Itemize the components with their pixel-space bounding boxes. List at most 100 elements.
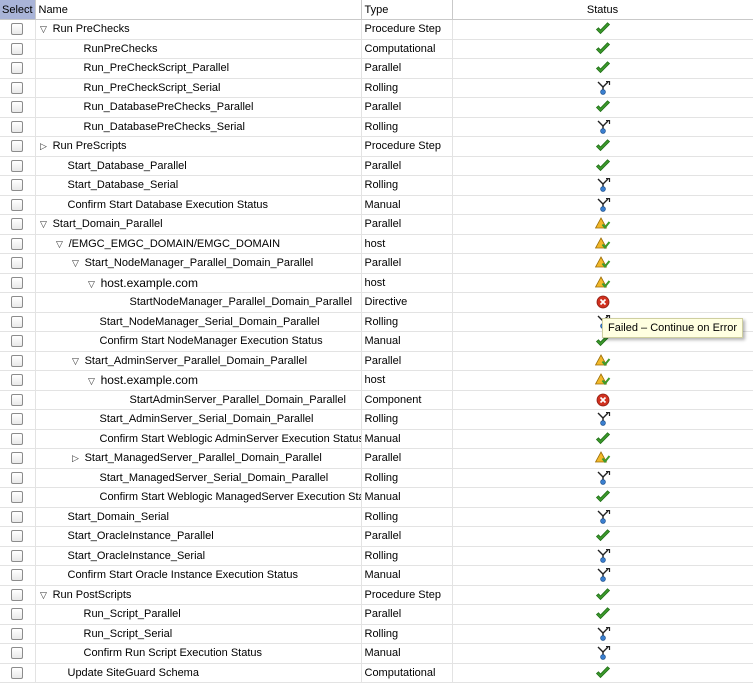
- collapse-toggle-icon[interactable]: ▽: [70, 258, 82, 269]
- table-row[interactable]: ▽ Start_Domain_Parallel Parallel: [0, 214, 753, 235]
- collapse-toggle-icon[interactable]: ▽: [54, 239, 66, 250]
- status-failed-icon[interactable]: [595, 393, 611, 407]
- table-row[interactable]: Start_Database_Serial Rolling: [0, 175, 753, 196]
- row-select-checkbox[interactable]: [11, 140, 24, 153]
- row-select-checkbox[interactable]: [11, 159, 24, 172]
- row-select-checkbox[interactable]: [11, 335, 24, 348]
- table-row[interactable]: Confirm Start Oracle Instance Execution …: [0, 565, 753, 586]
- status-warning-icon[interactable]: [594, 236, 611, 250]
- select-column-header[interactable]: Select: [0, 0, 36, 20]
- table-row[interactable]: StartAdminServer_Parallel_Domain_Paralle…: [0, 390, 753, 410]
- table-row[interactable]: ▷ Run PreScripts Procedure Step: [0, 136, 753, 157]
- row-select-checkbox[interactable]: [11, 257, 24, 270]
- status-rolling-icon[interactable]: [595, 470, 611, 485]
- table-row[interactable]: Run_DatabasePreChecks_Parallel Parallel: [0, 97, 753, 118]
- row-select-checkbox[interactable]: [11, 120, 24, 133]
- status-warning-icon[interactable]: [594, 275, 611, 289]
- table-row[interactable]: ▽ Start_AdminServer_Parallel_Domain_Para…: [0, 351, 753, 371]
- table-row[interactable]: Confirm Run Script Execution Status Manua…: [0, 643, 753, 664]
- collapse-toggle-icon[interactable]: ▽: [70, 356, 82, 367]
- status-rolling-icon[interactable]: [595, 197, 611, 212]
- expand-toggle-icon[interactable]: ▷: [70, 453, 82, 464]
- table-row[interactable]: ▽ Start_NodeManager_Parallel_Domain_Para…: [0, 253, 753, 274]
- table-row[interactable]: ▽ Run PreChecks Procedure Step: [0, 19, 753, 40]
- row-select-checkbox[interactable]: [11, 237, 24, 250]
- collapse-toggle-icon[interactable]: ▽: [86, 279, 98, 290]
- row-select-checkbox[interactable]: [11, 452, 24, 465]
- table-row[interactable]: Start_OracleInstance_Serial Rolling: [0, 546, 753, 566]
- row-select-checkbox[interactable]: [11, 296, 24, 309]
- table-row[interactable]: Run_PreCheckScript_Serial Rolling: [0, 78, 753, 98]
- row-select-checkbox[interactable]: [11, 471, 24, 484]
- table-row[interactable]: Start_AdminServer_Serial_Domain_Parallel…: [0, 409, 753, 430]
- row-select-checkbox[interactable]: [11, 432, 24, 445]
- row-select-checkbox[interactable]: [11, 393, 24, 406]
- table-row[interactable]: StartNodeManager_Parallel_Domain_Paralle…: [0, 292, 753, 313]
- row-select-checkbox[interactable]: [11, 42, 24, 55]
- status-rolling-icon[interactable]: [595, 509, 611, 524]
- status-warning-icon[interactable]: [594, 256, 611, 269]
- status-column-header[interactable]: Status: [452, 0, 753, 20]
- status-success-icon[interactable]: [595, 432, 611, 445]
- row-select-checkbox[interactable]: [11, 315, 24, 328]
- row-select-checkbox[interactable]: [11, 81, 24, 94]
- table-row[interactable]: Run_Script_Serial Rolling: [0, 624, 753, 644]
- status-rolling-icon[interactable]: [595, 626, 611, 641]
- table-row[interactable]: Update SiteGuard Schema Computational: [0, 663, 753, 683]
- table-row[interactable]: Run_PreCheckScript_Parallel Parallel: [0, 58, 753, 79]
- status-rolling-icon[interactable]: [595, 568, 611, 583]
- collapse-toggle-icon[interactable]: ▽: [38, 590, 50, 601]
- row-select-checkbox[interactable]: [11, 647, 24, 660]
- status-rolling-icon[interactable]: [595, 548, 611, 563]
- row-select-checkbox[interactable]: [11, 218, 24, 231]
- status-rolling-icon[interactable]: [595, 80, 611, 95]
- status-success-icon[interactable]: [595, 139, 611, 152]
- table-row[interactable]: Confirm Start Database Execution Status M…: [0, 195, 753, 215]
- status-success-icon[interactable]: [595, 607, 611, 620]
- row-select-checkbox[interactable]: [11, 491, 24, 504]
- table-row[interactable]: Start_OracleInstance_Parallel Parallel: [0, 526, 753, 547]
- status-success-icon[interactable]: [595, 490, 611, 503]
- table-row[interactable]: Confirm Start Weblogic AdminServer Execu…: [0, 429, 753, 449]
- status-rolling-icon[interactable]: [595, 412, 611, 427]
- table-row[interactable]: Start_Domain_Serial Rolling: [0, 507, 753, 527]
- row-select-checkbox[interactable]: [11, 608, 24, 621]
- status-success-icon[interactable]: [595, 42, 611, 55]
- type-column-header[interactable]: Type: [361, 0, 453, 20]
- table-row[interactable]: Run_Script_Parallel Parallel: [0, 604, 753, 625]
- status-warning-icon[interactable]: [594, 217, 611, 230]
- table-row[interactable]: Start_ManagedServer_Serial_Domain_Parall…: [0, 468, 753, 488]
- status-rolling-icon[interactable]: [595, 178, 611, 193]
- status-success-icon[interactable]: [595, 588, 611, 601]
- table-row[interactable]: Confirm Start Weblogic ManagedServer Exe…: [0, 487, 753, 508]
- row-select-checkbox[interactable]: [11, 510, 24, 523]
- name-column-header[interactable]: Name: [35, 0, 362, 20]
- status-rolling-icon[interactable]: [595, 646, 611, 661]
- row-select-checkbox[interactable]: [11, 276, 24, 289]
- row-select-checkbox[interactable]: [11, 413, 24, 426]
- collapse-toggle-icon[interactable]: ▽: [86, 376, 98, 387]
- status-warning-icon[interactable]: [594, 451, 611, 464]
- status-warning-icon[interactable]: [594, 353, 611, 367]
- row-select-checkbox[interactable]: [11, 549, 24, 562]
- row-select-checkbox[interactable]: [11, 588, 24, 601]
- collapse-toggle-icon[interactable]: ▽: [38, 219, 50, 230]
- status-success-icon[interactable]: [595, 100, 611, 113]
- collapse-toggle-icon[interactable]: ▽: [38, 24, 50, 35]
- status-success-icon[interactable]: [595, 22, 611, 35]
- table-row[interactable]: RunPreChecks Computational: [0, 39, 753, 59]
- table-row[interactable]: Start_Database_Parallel Parallel: [0, 156, 753, 176]
- row-select-checkbox[interactable]: [11, 530, 24, 543]
- status-success-icon[interactable]: [595, 529, 611, 542]
- table-row[interactable]: ▽ /EMGC_EMGC_DOMAIN/EMGC_DOMAIN host: [0, 234, 753, 254]
- row-select-checkbox[interactable]: [11, 179, 24, 192]
- row-select-checkbox[interactable]: [11, 627, 24, 640]
- status-rolling-icon[interactable]: [595, 119, 611, 134]
- row-select-checkbox[interactable]: [11, 666, 24, 679]
- row-select-checkbox[interactable]: [11, 374, 24, 387]
- row-select-checkbox[interactable]: [11, 62, 24, 75]
- row-select-checkbox[interactable]: [11, 198, 24, 211]
- table-row[interactable]: ▽ host.example.com host: [0, 370, 753, 391]
- row-select-checkbox[interactable]: [11, 569, 24, 582]
- status-warning-icon[interactable]: [594, 373, 611, 386]
